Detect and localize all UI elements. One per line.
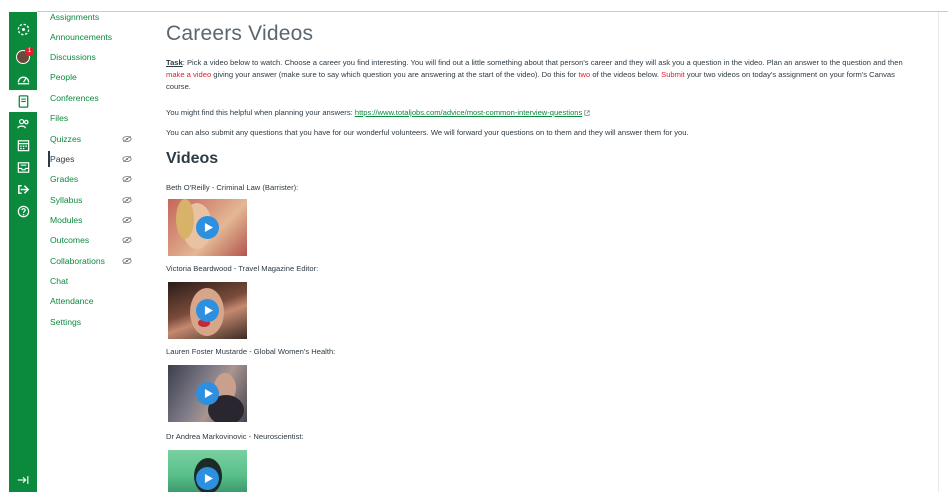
play-button[interactable] <box>196 382 219 405</box>
task-text: of the videos below. <box>590 70 662 79</box>
course-nav-item-chat[interactable]: Chat <box>50 271 142 291</box>
course-nav-item-discussions[interactable]: Discussions <box>50 47 142 67</box>
video-caption: Victoria Beardwood - Travel Magazine Edi… <box>166 264 319 273</box>
videos-heading: Videos <box>166 150 219 167</box>
dashboard-icon[interactable] <box>9 68 37 90</box>
interview-questions-link[interactable]: https://www.totaljobs.com/advice/most-co… <box>355 108 582 117</box>
course-nav-label: Discussions <box>50 52 96 62</box>
course-nav-label: Conferences <box>50 93 99 103</box>
help-icon[interactable] <box>9 200 37 222</box>
course-nav-item-announcements[interactable]: Announcements <box>50 27 142 47</box>
video-thumbnail[interactable] <box>168 450 247 492</box>
hidden-eye-icon <box>122 196 132 204</box>
course-nav-item-pages[interactable]: Pages <box>50 149 142 169</box>
groups-icon[interactable] <box>9 112 37 134</box>
course-nav-label: Quizzes <box>50 134 82 144</box>
questions-paragraph: You can also submit any questions that y… <box>166 128 689 137</box>
course-nav-label: Announcements <box>50 32 113 42</box>
video-thumbnail[interactable] <box>168 199 247 256</box>
play-icon <box>204 474 213 483</box>
calendar-icon[interactable] <box>9 134 37 156</box>
submit-highlight: Submit <box>661 70 685 79</box>
course-nav-item-grades[interactable]: Grades <box>50 169 142 189</box>
course-nav-item-attendance[interactable]: Attendance <box>50 291 142 311</box>
course-nav-label: Outcomes <box>50 235 90 245</box>
course-nav-item-files[interactable]: Files <box>50 108 142 128</box>
page-title: Careers Videos <box>166 22 314 45</box>
course-nav-item-collaborations[interactable]: Collaborations <box>50 251 142 271</box>
course-nav-item-conferences[interactable]: Conferences <box>50 88 142 108</box>
play-button[interactable] <box>196 299 219 322</box>
course-nav-label: Syllabus <box>50 195 83 205</box>
task-text: : Pick a video below to watch. Choose a … <box>182 58 903 67</box>
video-caption: Beth O'Reilly - Criminal Law (Barrister)… <box>166 183 299 192</box>
right-divider <box>938 12 939 492</box>
video-thumbnail[interactable] <box>168 282 247 339</box>
play-icon <box>204 306 213 315</box>
external-link-icon <box>584 110 590 116</box>
helpful-text: You might find this helpful when plannin… <box>166 108 355 117</box>
play-icon <box>204 389 213 398</box>
play-button[interactable] <box>196 467 219 490</box>
course-nav-item-people[interactable]: People <box>50 67 142 87</box>
collapse-nav-icon[interactable] <box>9 472 37 488</box>
course-nav-item-outcomes[interactable]: Outcomes <box>50 230 142 250</box>
course-nav-item-quizzes[interactable]: Quizzes <box>50 129 142 149</box>
course-nav-label: Settings <box>50 317 82 327</box>
course-nav-label: Chat <box>50 276 69 286</box>
course-nav: Assignments Announcements Discussions Pe… <box>37 8 147 492</box>
hidden-eye-icon <box>122 236 132 244</box>
course-nav-label: Grades <box>50 174 79 184</box>
thumbnail-hair <box>176 199 194 239</box>
course-nav-label: Files <box>50 113 69 123</box>
play-button[interactable] <box>196 216 219 239</box>
hidden-eye-icon <box>122 155 132 163</box>
course-nav-item-modules[interactable]: Modules <box>50 210 142 230</box>
course-nav-label: Modules <box>50 215 83 225</box>
account-avatar[interactable]: 1 <box>9 46 37 68</box>
task-text: giving your answer (make sure to say whi… <box>211 70 579 79</box>
make-video-link[interactable]: make a video <box>166 70 211 79</box>
play-icon <box>204 223 213 232</box>
course-nav-label: Attendance <box>50 296 94 306</box>
notification-badge: 1 <box>25 47 34 56</box>
course-nav-item-assignments[interactable]: Assignments <box>50 7 142 27</box>
two-highlight: two <box>578 70 591 79</box>
courses-icon[interactable] <box>9 90 37 112</box>
course-nav-label: People <box>50 72 77 82</box>
window-gutter <box>0 0 9 492</box>
inbox-icon[interactable] <box>9 156 37 178</box>
video-caption: Dr Andrea Markovinovic - Neuroscientist: <box>166 432 304 441</box>
course-nav-label: Pages <box>50 154 75 164</box>
course-nav-label: Assignments <box>50 12 100 22</box>
hidden-eye-icon <box>122 216 132 224</box>
video-caption: Lauren Foster Mustarde - Global Women's … <box>166 347 336 356</box>
course-nav-item-settings[interactable]: Settings <box>50 312 142 332</box>
course-nav-item-syllabus[interactable]: Syllabus <box>50 190 142 210</box>
hidden-eye-icon <box>122 257 132 265</box>
helpful-paragraph: You might find this helpful when plannin… <box>166 107 914 119</box>
commons-icon[interactable] <box>9 178 37 200</box>
global-nav: 1 <box>9 12 37 492</box>
task-paragraph: Task: Pick a video below to watch. Choos… <box>166 57 914 93</box>
course-nav-label: Collaborations <box>50 256 105 266</box>
logo-icon[interactable] <box>9 18 37 40</box>
task-label: Task <box>166 58 183 67</box>
hidden-eye-icon <box>122 175 132 183</box>
video-thumbnail[interactable] <box>168 365 247 422</box>
page-content: Careers Videos Task: Pick a video below … <box>166 12 926 492</box>
hidden-eye-icon <box>122 135 132 143</box>
